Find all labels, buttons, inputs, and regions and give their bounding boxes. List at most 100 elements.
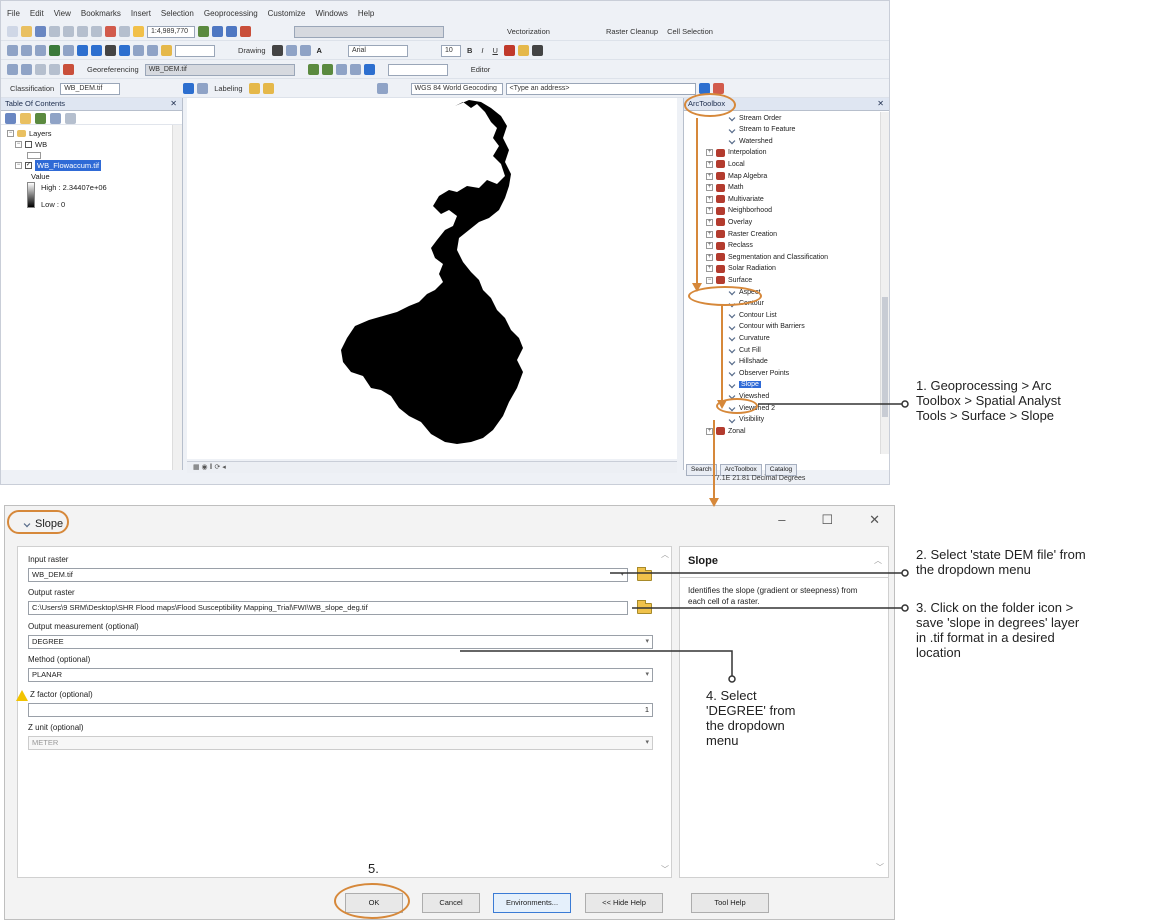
rotate-georef-icon[interactable] (307, 64, 319, 75)
collapse-help-icon[interactable]: ︿ (874, 555, 882, 566)
drawing-label[interactable]: Drawing (238, 46, 266, 55)
cell-selection-label[interactable]: Cell Selection (667, 27, 713, 36)
menu-selection[interactable]: Selection (161, 9, 194, 18)
toolbox-item[interactable]: Visibility (728, 416, 764, 424)
save-icon[interactable] (35, 26, 46, 37)
toolbox-item[interactable]: Hillshade (728, 358, 768, 366)
scroll-down-icon[interactable]: ﹀ (661, 864, 669, 875)
select-icon[interactable] (105, 45, 116, 56)
text-a-icon[interactable]: A (317, 46, 322, 55)
checkbox-icon[interactable] (25, 141, 32, 148)
toolbox-item[interactable]: + Segmentation and Classification (706, 253, 828, 262)
shift-icon[interactable] (321, 64, 333, 75)
editor-toolbar-icon[interactable] (198, 26, 209, 37)
toolbox-scrollbar[interactable] (880, 112, 889, 454)
toc-icon[interactable] (212, 26, 223, 37)
basemap-combo[interactable]: WGS 84 World Geocoding (410, 82, 503, 95)
arctoolbox-icon[interactable] (240, 26, 251, 37)
layers-node[interactable]: − Layers (7, 128, 176, 139)
label-manager-icon[interactable] (248, 83, 260, 94)
trace-icon[interactable] (35, 64, 46, 75)
flag-icon[interactable] (63, 64, 74, 75)
font-size-combo[interactable]: 10 (440, 44, 461, 57)
wb-layer[interactable]: − WB (7, 139, 176, 150)
scroll-up-icon[interactable]: ︿ (661, 549, 669, 560)
collapse-icon[interactable]: − (7, 130, 14, 137)
close-icon[interactable]: ✕ (170, 99, 177, 108)
rotate-icon[interactable] (285, 45, 297, 56)
expand-icon[interactable]: + (706, 160, 713, 168)
checkbox-checked-icon[interactable]: ✓ (25, 162, 32, 169)
line-color-icon[interactable] (531, 45, 543, 56)
method-select[interactable]: PLANAR ▾ (28, 668, 653, 682)
toolbox-item[interactable]: + Raster Creation (706, 230, 777, 238)
toolbox-item[interactable]: + Map Algebra (706, 172, 767, 180)
toolbox-item[interactable]: + Overlay (706, 218, 752, 227)
zunit-select[interactable]: METER ▾ (28, 736, 653, 750)
delete-icon[interactable] (105, 26, 116, 37)
cancel-button[interactable]: Cancel (422, 893, 480, 913)
underline-icon[interactable]: U (492, 46, 497, 55)
full-extent-icon[interactable] (49, 45, 60, 56)
collapse-icon[interactable]: − (15, 141, 22, 148)
bold-icon[interactable]: B (467, 46, 472, 55)
georeferencing-label[interactable]: Georeferencing (87, 65, 139, 74)
back-icon[interactable] (77, 45, 88, 56)
menu-insert[interactable]: Insert (131, 9, 151, 18)
find-icon[interactable] (133, 45, 144, 56)
expand-icon[interactable]: + (706, 265, 713, 273)
expand-icon[interactable]: + (706, 195, 713, 203)
toolbox-item[interactable]: + Local (706, 160, 745, 169)
list-by-selection-icon[interactable] (50, 113, 61, 124)
list-by-drawing-order-icon[interactable] (5, 113, 16, 124)
input-folder-icon[interactable] (637, 567, 652, 581)
expand-icon[interactable]: + (706, 427, 713, 435)
collapse-icon[interactable]: − (15, 162, 22, 169)
zoom-in-icon[interactable] (7, 45, 18, 56)
expand-icon[interactable]: + (706, 207, 713, 215)
options-icon[interactable] (65, 113, 76, 124)
classification-label[interactable]: Classification (10, 84, 54, 93)
address-input[interactable]: <Type an address> (505, 82, 696, 95)
menu-edit[interactable]: Edit (30, 9, 44, 18)
identify-icon[interactable] (119, 45, 130, 56)
measure-icon[interactable] (147, 45, 158, 56)
blank-combo[interactable] (294, 25, 444, 38)
output-raster-field[interactable]: C:\Users\9 SRM\Desktop\SHR Flood maps\Fl… (28, 601, 628, 615)
tool-help-button[interactable]: Tool Help (691, 893, 769, 913)
draw-select-icon[interactable] (271, 45, 283, 56)
chevron-down-icon[interactable]: ▾ (645, 636, 649, 648)
toolbox-item[interactable]: Slope (728, 381, 761, 389)
menu-customize[interactable]: Customize (268, 9, 306, 18)
toc-scrollbar[interactable] (172, 125, 182, 470)
toolbox-item[interactable]: + Solar Radiation (706, 264, 776, 273)
font-combo[interactable]: Arial (347, 44, 408, 57)
label-priority-icon[interactable] (262, 83, 274, 94)
forward-icon[interactable] (91, 45, 102, 56)
zoom-out-icon[interactable] (21, 45, 32, 56)
catalog-icon[interactable] (226, 26, 237, 37)
menu-help[interactable]: Help (358, 9, 374, 18)
expand-icon[interactable]: + (706, 253, 713, 261)
copy-icon[interactable] (77, 26, 88, 37)
menu-bookmarks[interactable]: Bookmarks (81, 9, 121, 18)
toolbox-item[interactable]: Stream Order (728, 114, 781, 122)
toolbox-item[interactable]: + Math (706, 183, 744, 192)
maximize-icon[interactable]: ☐ (821, 512, 833, 528)
collapse-icon[interactable]: − (706, 276, 713, 284)
toolbox-item[interactable]: + Zonal (706, 427, 746, 436)
link-table-icon[interactable] (363, 64, 375, 75)
list-by-visibility-icon[interactable] (35, 113, 46, 124)
font-color-icon[interactable] (503, 45, 515, 56)
expand-icon[interactable]: + (706, 149, 713, 157)
expand-icon[interactable]: + (706, 172, 713, 180)
input-raster-field[interactable]: WB_DEM.tif ▾ (28, 568, 628, 582)
layer-combo[interactable] (175, 44, 215, 57)
sps-icon[interactable] (7, 64, 18, 75)
new-icon[interactable] (7, 26, 18, 37)
pan-icon[interactable] (35, 45, 46, 56)
gen-icon[interactable] (49, 64, 60, 75)
menu-file[interactable]: File (7, 9, 20, 18)
toolbox-item[interactable]: Cut Fill (728, 346, 761, 354)
training-icon[interactable] (183, 83, 195, 94)
